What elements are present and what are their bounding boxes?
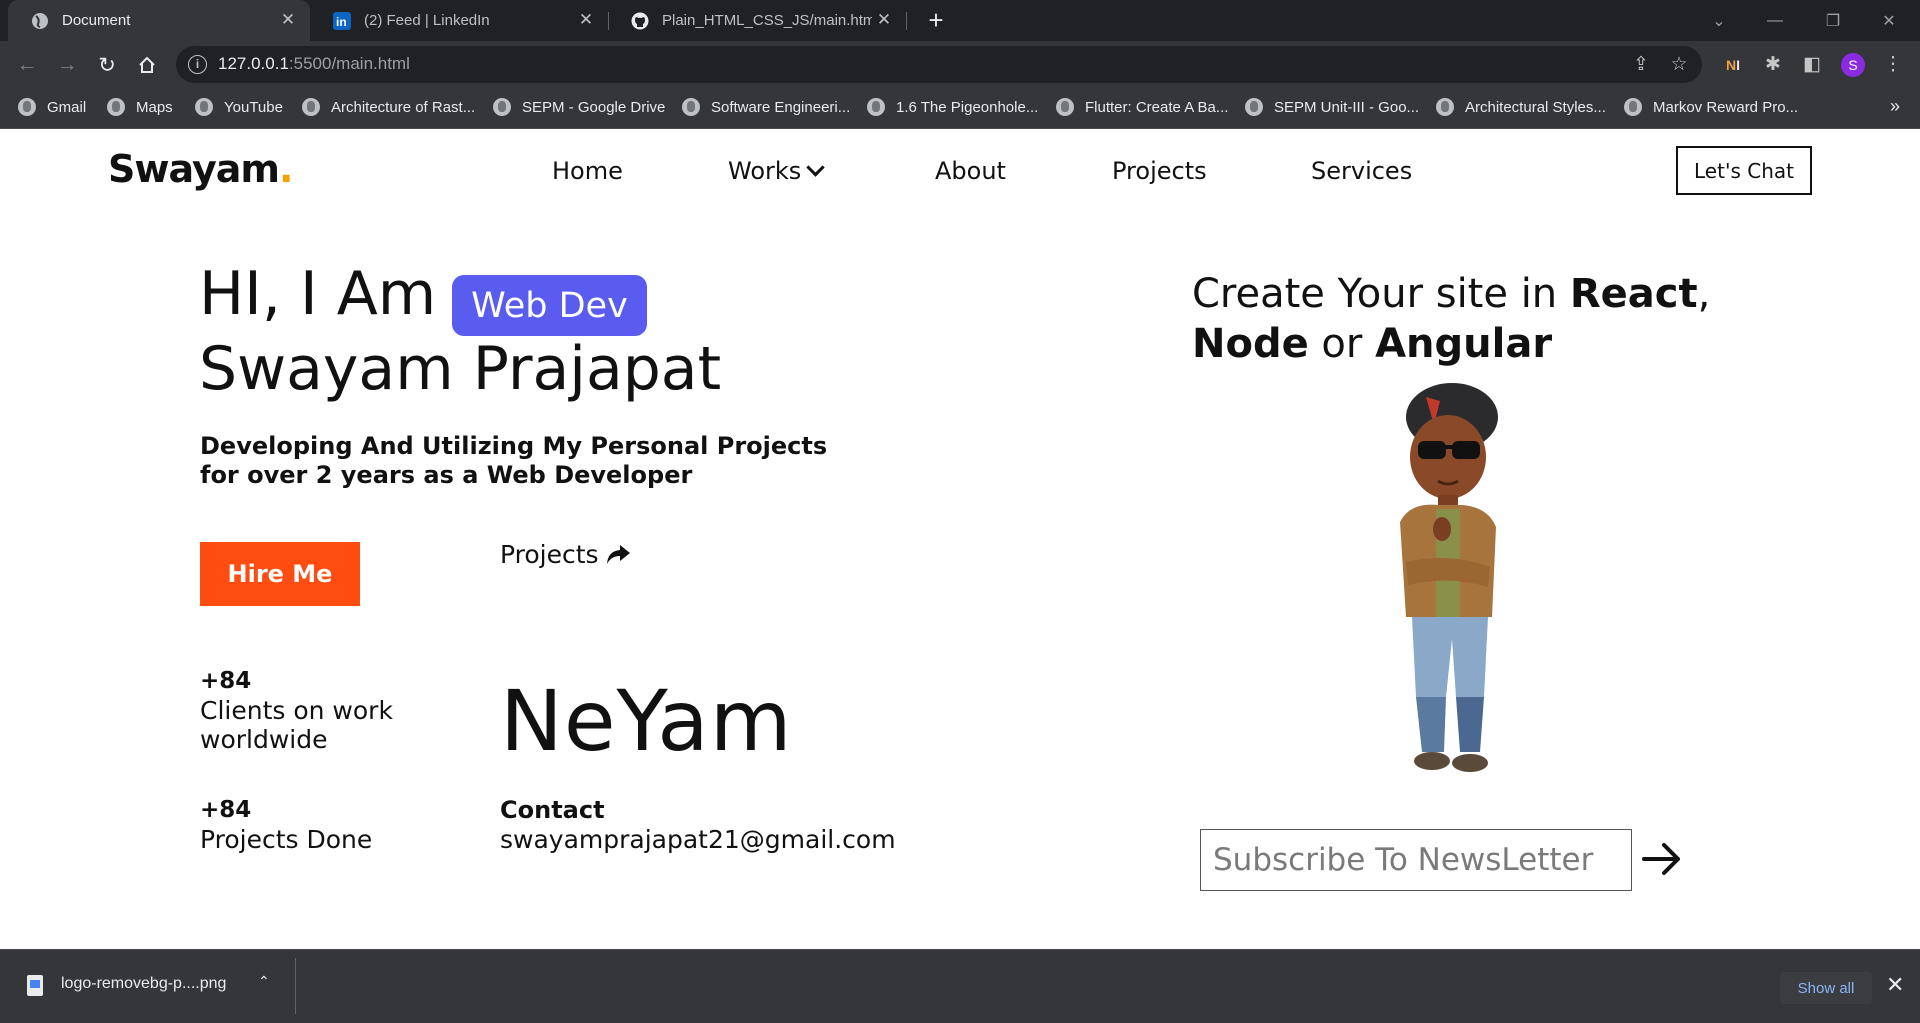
tab-title: (2) Feed | LinkedIn [364,12,490,29]
globe-icon [107,98,125,116]
bookmark-gmail[interactable]: Gmail [18,98,86,116]
more-bookmarks-icon[interactable]: » [1890,96,1900,117]
github-icon [630,11,650,31]
globe-icon [302,98,320,116]
globe-icon [1245,98,1263,116]
webpage: Swayam. Home Works About Projects Servic… [0,129,1920,949]
chevron-down-icon [806,158,825,177]
newsletter-input[interactable] [1200,829,1632,891]
minimize-icon[interactable]: — [1752,0,1798,41]
globe-icon [195,98,213,116]
close-tab-icon[interactable]: ✕ [874,10,894,30]
forward-icon[interactable]: → [51,49,83,81]
bookmark-markov[interactable]: Markov Reward Pro... [1624,98,1798,116]
site-logo[interactable]: Swayam. [108,147,293,191]
brand-wordmark: NeYam [500,672,793,770]
bookmark-software-engineering[interactable]: Software Engineeri... [682,98,850,116]
bookmarks-bar: Gmail Maps YouTube Architecture of Rast.… [0,88,1920,129]
projects-link[interactable]: Projects [500,540,631,569]
show-all-button[interactable]: Show all [1780,972,1872,1004]
clients-stat: +84 Clients on work worldwide [200,668,393,754]
restore-icon[interactable]: ❐ [1810,0,1856,41]
globe-icon [867,98,885,116]
svg-text:in: in [336,15,347,29]
close-tab-icon[interactable]: ✕ [576,10,596,30]
new-tab-icon[interactable]: + [922,6,950,34]
bookmark-sepm-unit3[interactable]: SEPM Unit-III - Goo... [1245,98,1419,116]
share-icon[interactable]: ⇪ [1628,52,1654,78]
image-file-icon [27,975,43,996]
nav-projects[interactable]: Projects [1112,157,1207,185]
globe-icon [682,98,700,116]
close-tab-icon[interactable]: ✕ [278,10,298,30]
bookmark-sepm-drive[interactable]: SEPM - Google Drive [493,98,665,116]
menu-icon[interactable]: ⋮ [1880,52,1906,78]
nav-works[interactable]: Works [728,157,825,185]
tab-separator [906,12,907,30]
contact-email[interactable]: swayamprajapat21@gmail.com [500,825,896,854]
avatar-illustration [1400,383,1498,772]
bookmark-star-icon[interactable]: ☆ [1666,52,1692,78]
bookmark-architectural-styles[interactable]: Architectural Styles... [1436,98,1606,116]
globe-icon [18,98,36,116]
nav-home[interactable]: Home [552,157,623,185]
close-icon[interactable]: ✕ [1886,972,1904,998]
nav-services[interactable]: Services [1311,157,1412,185]
tab-document[interactable]: Document ✕ [8,0,310,41]
share-arrow-icon [606,544,630,564]
download-file-name[interactable]: logo-removebg-p....png [61,975,226,993]
reload-icon[interactable]: ↻ [91,49,123,81]
globe-icon [493,98,511,116]
bookmark-pigeonhole[interactable]: 1.6 The Pigeonhole... [867,98,1038,116]
hire-me-button[interactable]: Hire Me [200,542,360,606]
back-icon[interactable]: ← [11,49,43,81]
globe-icon [30,11,50,31]
tab-search-icon[interactable]: ⌄ [1696,0,1742,41]
globe-icon [1056,98,1074,116]
globe-icon [1436,98,1454,116]
url-text: 127.0.0.1:5500/main.html [218,54,410,73]
download-shelf: logo-removebg-p....png ⌃ Show all ✕ [0,949,1920,1023]
arrow-right-icon[interactable] [1640,839,1684,879]
tab-title: Document [62,12,131,29]
bookmark-maps[interactable]: Maps [107,98,173,116]
bookmark-flutter[interactable]: Flutter: Create A Ba... [1056,98,1228,116]
extensions-puzzle-icon[interactable]: ✱ [1760,52,1786,78]
chevron-up-icon[interactable]: ⌃ [258,973,270,990]
contact-block: Contact swayamprajapat21@gmail.com [500,796,896,854]
linkedin-icon: in [332,11,352,31]
extension-n-icon[interactable]: NI [1720,52,1746,78]
address-bar[interactable]: i 127.0.0.1:5500/main.html ⇪ ☆ [176,46,1702,83]
home-icon[interactable] [131,49,163,81]
shelf-divider [295,958,296,1014]
globe-icon [1624,98,1642,116]
tab-github[interactable]: Plain_HTML_CSS_JS/main.html at ✕ [608,0,906,41]
bookmark-architecture-raster[interactable]: Architecture of Rast... [302,98,475,116]
tab-linkedin[interactable]: in (2) Feed | LinkedIn ✕ [310,0,608,41]
nav-about[interactable]: About [935,157,1006,185]
tab-title: Plain_HTML_CSS_JS/main.html at [662,12,872,29]
tab-strip: Document ✕ in (2) Feed | LinkedIn ✕ Plai… [0,0,1920,41]
hero-subtitle: Developing And Utilizing My Personal Pro… [200,432,828,489]
projects-stat: +84 Projects Done [200,797,373,854]
close-window-icon[interactable]: ✕ [1866,0,1912,41]
hero-name: Swayam Prajapat [199,334,722,404]
browser-toolbar: ← → ↻ i 127.0.0.1:5500/main.html ⇪ ☆ NI … [0,41,1920,88]
role-badge: Web Dev [452,275,647,336]
side-panel-icon[interactable]: ◧ [1799,52,1825,78]
profile-avatar[interactable]: S [1841,53,1865,77]
promo-heading: Create Your site in React, Node or Angul… [1192,271,1711,367]
site-info-icon[interactable]: i [188,55,207,74]
bookmark-youtube[interactable]: YouTube [195,98,283,116]
hero-greeting: HI, I Am [199,259,437,329]
lets-chat-button[interactable]: Let's Chat [1676,146,1812,195]
